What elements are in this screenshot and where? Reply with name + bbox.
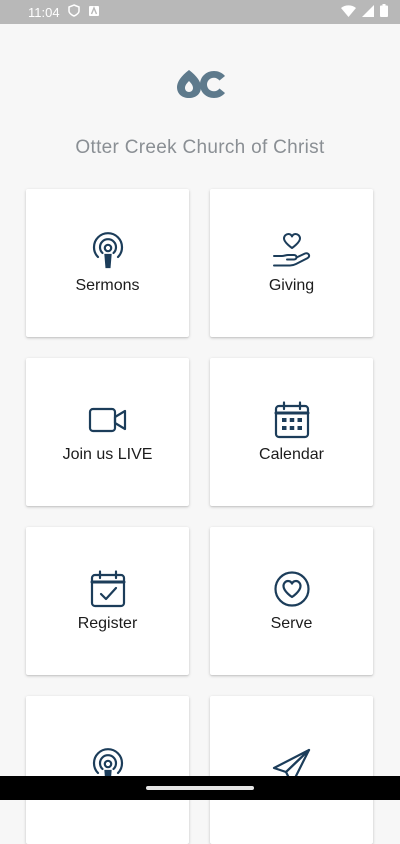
tile-paper-plane[interactable] (210, 696, 373, 844)
home-handle[interactable] (146, 786, 254, 790)
heart-circle-icon (272, 569, 312, 609)
video-camera-icon (88, 400, 128, 440)
clock: 11:04 (28, 4, 60, 20)
navigation-bar (0, 776, 400, 800)
signal-icon (362, 4, 374, 20)
church-logo (175, 68, 227, 100)
tile-register[interactable]: Register (26, 527, 189, 675)
status-bar: 11:04 (0, 0, 400, 24)
calendar-check-icon (88, 569, 128, 609)
heart-hand-icon (272, 231, 312, 271)
shield-icon (67, 4, 80, 20)
tile-label: Calendar (259, 446, 324, 463)
tile-serve[interactable]: Serve (210, 527, 373, 675)
battery-icon (380, 4, 388, 20)
tile-label: Giving (268, 277, 315, 294)
tile-giving[interactable]: Giving (210, 189, 373, 337)
podcast-icon (88, 231, 128, 271)
tile-label: Serve (270, 615, 313, 632)
tile-podcast-2[interactable] (26, 696, 189, 844)
tile-sermons[interactable]: Sermons (26, 189, 189, 337)
tile-join-live[interactable]: Join us LIVE (26, 358, 189, 506)
church-name: Otter Creek Church of Christ (75, 137, 325, 158)
menu-grid: Sermons Giving Join us LIVE Calendar Reg… (26, 189, 374, 844)
calendar-icon (272, 400, 312, 440)
tile-label: Sermons (75, 277, 140, 294)
wifi-icon (341, 4, 356, 20)
tile-label: Join us LIVE (62, 446, 153, 463)
app-notification-icon (88, 5, 100, 20)
tile-label: Register (77, 615, 138, 632)
tile-calendar[interactable]: Calendar (210, 358, 373, 506)
